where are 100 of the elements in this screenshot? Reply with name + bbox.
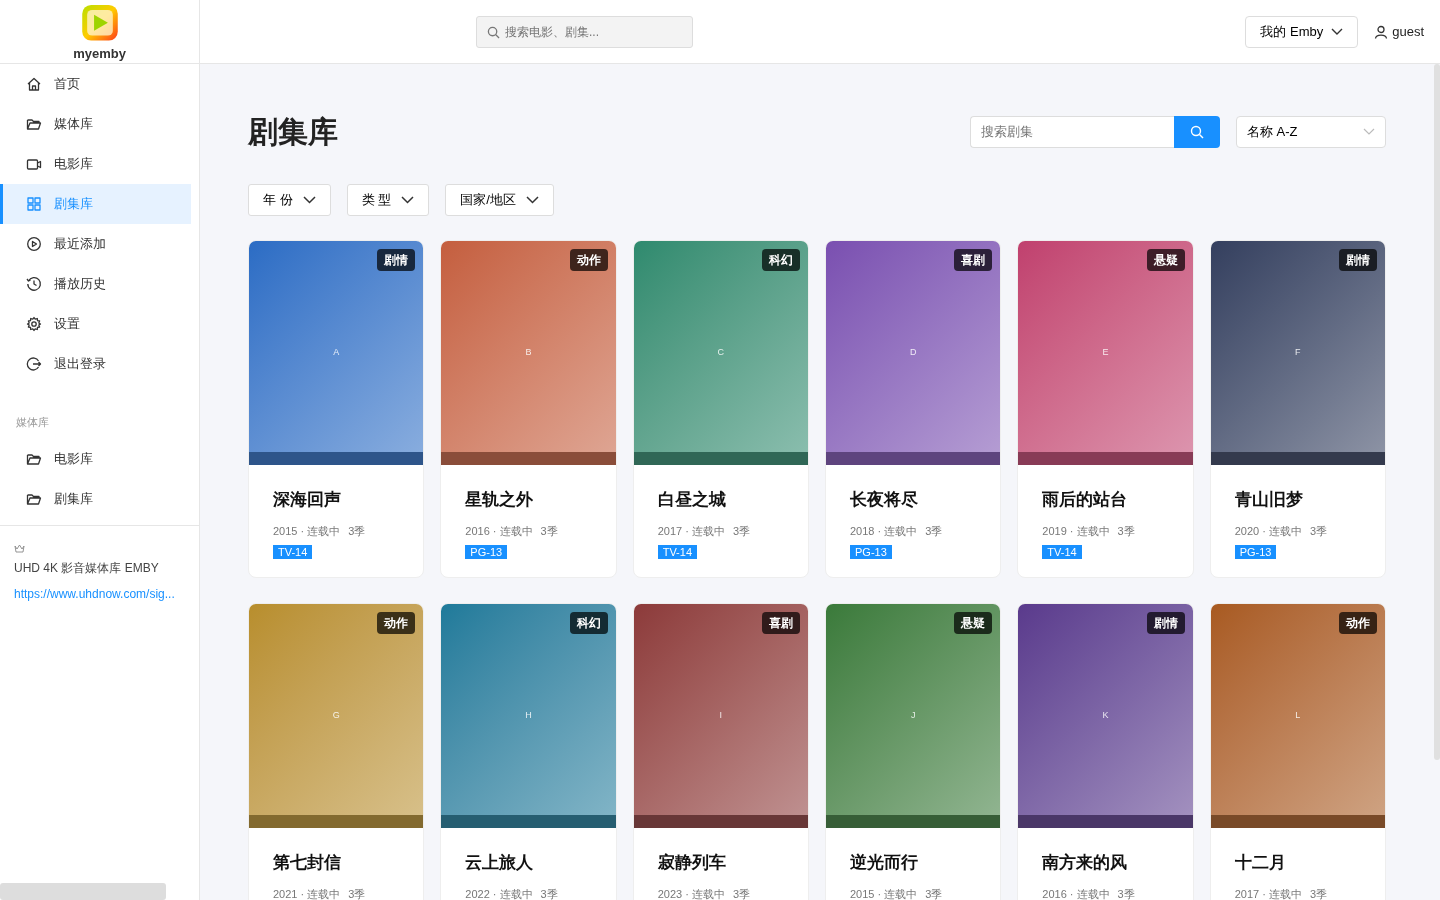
- show-meta: 2018 · 连载中: [850, 523, 918, 539]
- caret-icon: [1363, 128, 1375, 136]
- username[interactable]: guest: [1392, 21, 1424, 42]
- season-count: 3季: [540, 886, 558, 900]
- history-icon: [26, 276, 42, 292]
- genre-tag: 剧情: [1146, 612, 1185, 634]
- sidebar-item[interactable]: 电影库: [0, 438, 191, 479]
- page-title: 剧集库: [248, 114, 338, 150]
- show-card[interactable]: A 剧情 深海回声 2015 · 连载中 3季 TV-14: [248, 240, 425, 578]
- scrollbar[interactable]: [1434, 64, 1440, 760]
- show-title: 逆光而行: [850, 852, 919, 874]
- sort-select[interactable]: 名称 A-Z: [1236, 116, 1386, 148]
- caret-icon: [1331, 27, 1344, 36]
- search-field[interactable]: 搜索电影、剧集...: [476, 15, 693, 48]
- scrollbar[interactable]: [0, 883, 166, 900]
- show-meta: 2016 · 连载中: [465, 523, 533, 539]
- show-title: 白昼之城: [657, 489, 727, 511]
- filter-dropdown[interactable]: 年 份: [248, 184, 331, 216]
- show-meta: 2017 · 连载中: [1234, 886, 1302, 900]
- show-meta: 2023 · 连载中: [657, 886, 725, 900]
- filter-dropdown[interactable]: 国家/地区: [445, 184, 554, 216]
- show-title: 雨后的站台: [1042, 489, 1129, 511]
- show-card[interactable]: B 动作 星轨之外 2016 · 连载中 3季 PG-13: [440, 240, 617, 578]
- sidebar-item[interactable]: 媒体库: [0, 104, 191, 144]
- poster-letter: B: [525, 346, 532, 360]
- show-title: 寂静列车: [657, 852, 727, 874]
- crown-icon: [14, 543, 25, 554]
- caret-icon: [302, 196, 316, 204]
- poster-letter: G: [332, 709, 340, 723]
- genre-tag: 动作: [377, 612, 416, 634]
- footer-title: UHD 4K 影音媒体库 EMBY: [14, 560, 160, 577]
- app-name: myemby: [73, 44, 126, 63]
- season-count: 3季: [1117, 523, 1135, 539]
- menu-dropdown[interactable]: 我的 Emby: [1245, 15, 1359, 48]
- show-title: 长夜将尽: [850, 489, 919, 511]
- season-count: 3季: [348, 523, 366, 539]
- season-count: 3季: [1309, 886, 1328, 900]
- sidebar-item[interactable]: 首页: [0, 64, 191, 104]
- genre-tag: 喜剧: [762, 612, 800, 634]
- season-count: 3季: [732, 523, 751, 539]
- show-meta: 2016 · 连载中: [1042, 886, 1110, 900]
- sidebar-item[interactable]: 剧集库: [0, 478, 191, 519]
- rating-tag: PG-13: [850, 545, 892, 559]
- show-meta: 2017 · 连载中: [657, 523, 725, 539]
- caret-icon: [401, 196, 415, 204]
- show-meta: 2019 · 连载中: [1042, 523, 1110, 539]
- sidebar-item[interactable]: 电影库: [0, 144, 191, 184]
- folder-icon: [26, 116, 42, 132]
- genre-tag: 动作: [1339, 612, 1377, 634]
- sidebar-item[interactable]: 最近添加: [0, 224, 191, 264]
- genre-tag: 科幻: [569, 612, 608, 634]
- show-title: 南方来的风: [1042, 852, 1129, 874]
- rating-tag: TV-14: [657, 545, 697, 559]
- show-card[interactable]: L 动作 十二月 2017 · 连载中 3季: [1209, 603, 1386, 900]
- show-card[interactable]: C 科幻 白昼之城 2017 · 连载中 3季 TV-14: [632, 240, 809, 578]
- rating-tag: TV-14: [273, 545, 313, 559]
- sidebar-item[interactable]: 退出登录: [0, 344, 191, 384]
- show-card[interactable]: E 悬疑 雨后的站台 2019 · 连载中 3季 TV-14: [1017, 240, 1194, 578]
- user-icon: [1374, 24, 1389, 39]
- season-count: 3季: [925, 886, 943, 900]
- genre-tag: 悬疑: [1146, 249, 1185, 271]
- genre-tag: 剧情: [377, 249, 416, 271]
- poster-letter: D: [909, 346, 917, 360]
- show-title: 青山旧梦: [1234, 489, 1304, 511]
- home-icon: [26, 76, 42, 92]
- poster-letter: F: [1295, 346, 1301, 360]
- season-count: 3季: [1117, 886, 1135, 900]
- caret-icon: [525, 196, 539, 204]
- poster-letter: C: [717, 346, 725, 360]
- show-card[interactable]: J 悬疑 逆光而行 2015 · 连载中 3季: [825, 603, 1002, 900]
- show-card[interactable]: G 动作 第七封信 2021 · 连载中 3季: [248, 603, 425, 900]
- season-count: 3季: [732, 886, 751, 900]
- show-meta: 2020 · 连载中: [1234, 523, 1302, 539]
- show-card[interactable]: D 喜剧 长夜将尽 2018 · 连载中 3季 PG-13: [825, 240, 1002, 578]
- show-card[interactable]: K 剧情 南方来的风 2016 · 连载中 3季: [1017, 603, 1194, 900]
- poster-letter: J: [910, 709, 916, 723]
- show-meta: 2021 · 连载中: [273, 886, 341, 900]
- season-count: 3季: [348, 886, 366, 900]
- play-icon: [26, 236, 42, 252]
- rating-tag: PG-13: [465, 545, 508, 559]
- poster-letter: L: [1295, 709, 1301, 723]
- grid-icon: [26, 196, 42, 212]
- show-title: 十二月: [1234, 852, 1287, 874]
- genre-tag: 喜剧: [954, 249, 993, 271]
- logo-icon: [80, 4, 119, 42]
- show-card[interactable]: H 科幻 云上旅人 2022 · 连载中 3季: [440, 603, 617, 900]
- rating-tag: TV-14: [1042, 545, 1082, 559]
- genre-tag: 剧情: [1339, 249, 1377, 271]
- show-card[interactable]: F 剧情 青山旧梦 2020 · 连载中 3季 PG-13: [1209, 240, 1386, 578]
- show-meta: 2015 · 连载中: [850, 886, 918, 900]
- search-field[interactable]: 搜索剧集: [970, 116, 1174, 148]
- show-card[interactable]: I 喜剧 寂静列车 2023 · 连载中 3季: [632, 603, 809, 900]
- poster-letter: A: [333, 346, 340, 360]
- filter-dropdown[interactable]: 类 型: [346, 184, 430, 216]
- show-meta: 2022 · 连载中: [465, 886, 533, 900]
- logout-icon: [26, 356, 42, 372]
- poster-letter: E: [1102, 346, 1109, 360]
- search-button[interactable]: [1174, 116, 1220, 148]
- sidebar-item[interactable]: 播放历史: [0, 264, 191, 304]
- sidebar-item[interactable]: 设置: [0, 304, 191, 344]
